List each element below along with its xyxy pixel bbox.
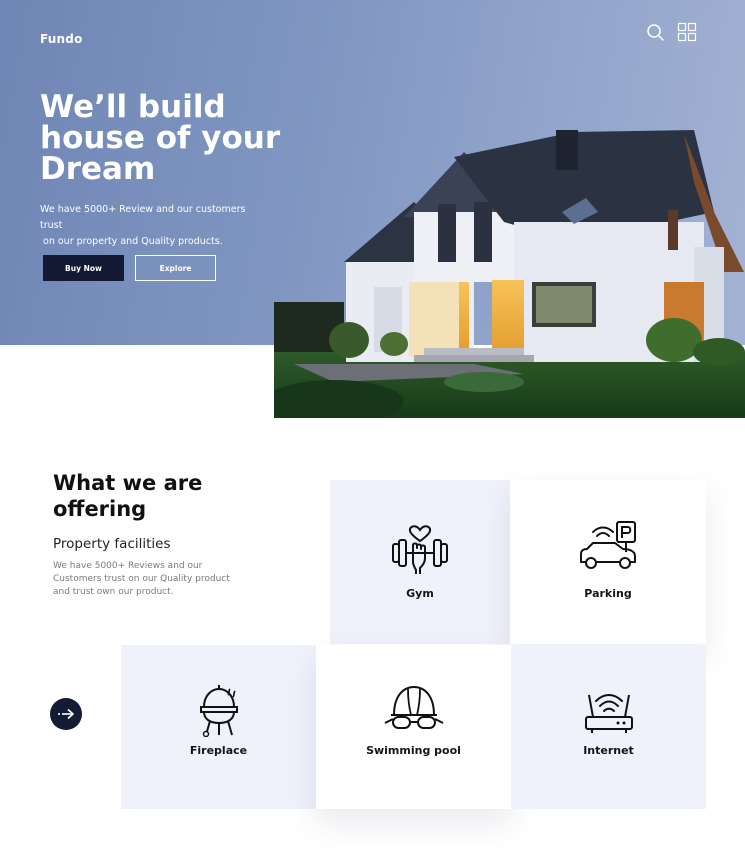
house-photo: [274, 130, 745, 418]
gym-icon: [392, 525, 448, 574]
facility-label: Fireplace: [189, 744, 248, 757]
offering-description-line: Customers trust on our Quality product: [53, 574, 230, 584]
facility-card-gym[interactable]: Gym: [330, 480, 510, 644]
grid-menu-icon[interactable]: [677, 22, 697, 42]
next-arrow-button[interactable]: [50, 698, 82, 730]
facility-card-fireplace[interactable]: Fireplace: [121, 645, 316, 809]
wifi-router-icon: [584, 694, 633, 733]
parking-icon: [580, 521, 636, 569]
offering-title: What we are offering: [53, 470, 293, 522]
hero-headline-line: Dream: [40, 151, 156, 187]
hero-subtitle-line: on our property and Quality products.: [40, 236, 223, 247]
hero-headline-line: house of your: [40, 120, 281, 156]
hero-subtitle-line: We have 5000+ Review and our customers t…: [40, 204, 246, 231]
hero-subtitle: We have 5000+ Review and our customers t…: [40, 202, 270, 250]
offering-description-line: and trust own our product.: [53, 587, 174, 597]
offering-description: We have 5000+ Reviews and our Customers …: [53, 560, 243, 599]
facility-label: Swimming pool: [366, 744, 461, 757]
offering-title-line: offering: [53, 497, 147, 521]
offering-subtitle: Property facilities: [53, 536, 171, 552]
hero-headline-line: We’ll build: [40, 89, 226, 125]
facility-label: Parking: [584, 587, 632, 600]
facility-card-swimming-pool[interactable]: Swimming pool: [316, 645, 511, 809]
buy-now-button[interactable]: Buy Now: [43, 255, 124, 281]
offering-title-line: What we are: [53, 471, 203, 495]
brand-logo[interactable]: Fundo: [40, 32, 83, 46]
facility-label: Gym: [406, 587, 434, 600]
search-icon[interactable]: [645, 22, 665, 42]
facility-label: Internet: [583, 744, 634, 757]
explore-button[interactable]: Explore: [135, 255, 216, 281]
swimming-cap-goggles-icon: [384, 685, 443, 729]
facility-card-parking[interactable]: Parking: [510, 480, 706, 644]
offering-description-line: We have 5000+ Reviews and our: [53, 561, 203, 571]
arrow-right-icon: [58, 708, 74, 720]
hero-headline: We’ll build house of your Dream: [40, 92, 300, 185]
grill-icon: [199, 685, 238, 737]
facility-card-internet[interactable]: Internet: [511, 645, 706, 809]
